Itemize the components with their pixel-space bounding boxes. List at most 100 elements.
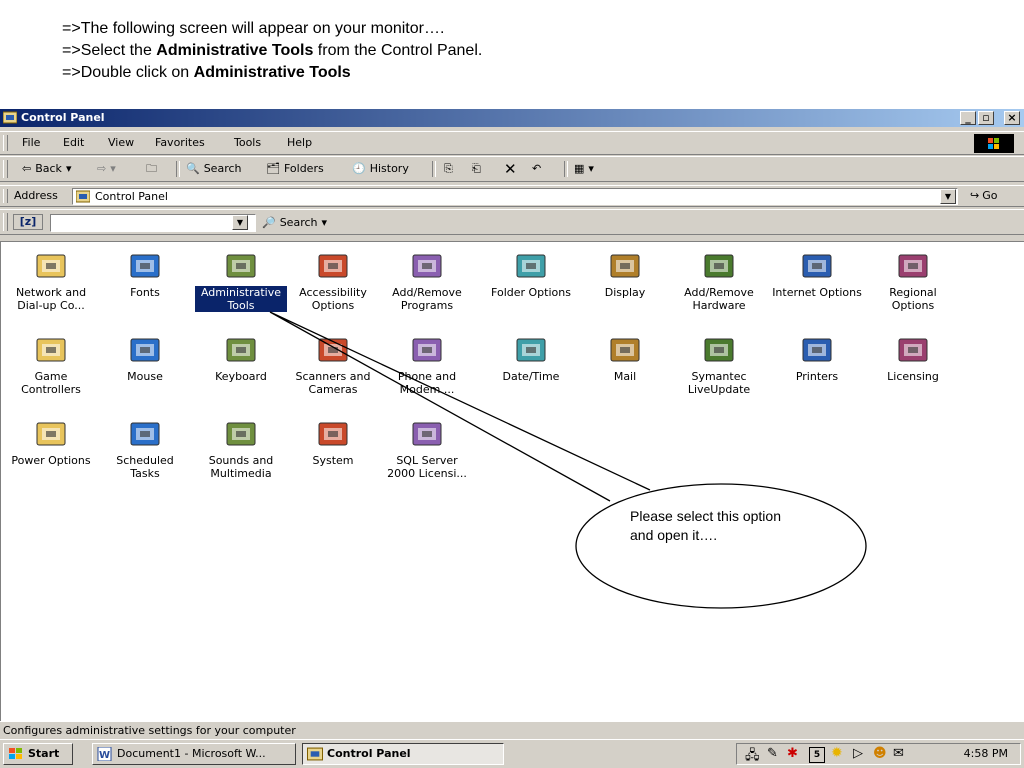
undo-button[interactable]: ↶ (532, 157, 541, 181)
undo-icon: ↶ (532, 162, 542, 175)
move-to-button[interactable]: ⎘ (444, 157, 453, 181)
messenger-tray-icon[interactable]: ☻ (873, 746, 887, 761)
views-icon: ▦ (574, 162, 585, 175)
taskbar-control-panel[interactable]: Control Panel (302, 743, 504, 765)
search-query-input[interactable] (50, 214, 256, 232)
window-title: Control Panel (21, 111, 105, 124)
control-panel-item[interactable]: Mail (579, 334, 671, 383)
address-input[interactable]: Control Panel (72, 188, 958, 205)
search-bar: [z] ▼ 🔎 Search ▾ (0, 209, 1024, 235)
sql-licensing-icon (412, 422, 442, 446)
control-panel-item[interactable]: Power Options (5, 418, 97, 467)
calendar-tray-icon[interactable]: 5 (809, 747, 825, 763)
menu-file[interactable]: File (22, 132, 40, 154)
control-panel-item[interactable]: Date/Time (485, 334, 577, 383)
forward-button[interactable]: ⇨ ▾ (97, 157, 116, 181)
phone-modem-icon (412, 338, 442, 362)
menu-help[interactable]: Help (287, 132, 312, 154)
keyboard-icon (226, 338, 256, 362)
control-panel-item[interactable]: Keyboard (195, 334, 287, 383)
control-panel-item[interactable]: Mouse (99, 334, 191, 383)
licensing-icon (898, 338, 928, 362)
control-panel-item[interactable]: Fonts (99, 250, 191, 299)
title-bar[interactable]: Control Panel _ ▫ × (0, 109, 1024, 127)
dropdown-arrow-icon: ▾ (65, 162, 72, 175)
system-icon (318, 422, 348, 446)
control-panel-item[interactable]: Licensing (867, 334, 959, 383)
windows-flag-icon (9, 748, 22, 759)
search-dropdown-button[interactable]: ▼ (232, 215, 248, 230)
control-panel-item[interactable]: Administrative Tools (195, 250, 287, 312)
network-tray-icon[interactable]: 🖧 (745, 746, 760, 768)
history-button[interactable]: 🕘 History (352, 157, 409, 181)
control-panel-window: Control Panel _ ▫ × File Edit View Favor… (0, 109, 1024, 768)
menu-bar: File Edit View Favorites Tools Help (0, 131, 1024, 155)
accessibility-icon (318, 254, 348, 278)
taskbar-word-document[interactable]: W Document1 - Microsoft W... (92, 743, 296, 765)
views-button[interactable]: ▦ ▾ (574, 157, 594, 181)
control-panel-item[interactable]: Folder Options (485, 250, 577, 299)
menu-tools[interactable]: Tools (234, 132, 261, 154)
control-panel-item[interactable]: System (287, 418, 379, 467)
search-button[interactable]: 🔍 Search (186, 157, 242, 181)
control-panel-item[interactable]: Display (579, 250, 671, 299)
control-panel-item[interactable]: Game Controllers (5, 334, 97, 396)
dropdown-arrow-icon: ▾ (110, 162, 116, 175)
instruction-line-3: =>Double click on Administrative Tools (62, 64, 351, 81)
folders-button[interactable]: 🗂 Folders (266, 157, 324, 181)
start-button[interactable]: Start (3, 743, 73, 765)
copy-to-button[interactable]: ⎗ (472, 157, 481, 181)
menu-favorites[interactable]: Favorites (155, 132, 205, 154)
clock: 4:58 PM (963, 747, 1008, 760)
menu-view[interactable]: View (108, 132, 134, 154)
minimize-button[interactable]: _ (960, 111, 976, 125)
word-document-icon: W (97, 747, 112, 761)
pen-tray-icon[interactable]: ✎ (767, 746, 778, 761)
up-folder-button[interactable]: 🗀 (146, 157, 157, 181)
delete-button[interactable]: ✕ (504, 157, 517, 181)
maximize-button[interactable]: ▫ (978, 111, 994, 125)
control-panel-item[interactable]: SQL Server 2000 Licensi... (381, 418, 473, 480)
fonts-icon (130, 254, 160, 278)
liveupdate-icon (704, 338, 734, 362)
admin-tools-icon (226, 254, 256, 278)
search-provider-icon[interactable]: [z] (13, 214, 43, 230)
control-panel-item[interactable]: Printers (771, 334, 863, 383)
dropdown-arrow-icon: ▾ (321, 216, 328, 229)
back-button[interactable]: ⇦ Back ▾ (22, 157, 71, 181)
taskbar: Start W Document1 - Microsoft W... Contr… (0, 739, 1024, 768)
control-panel-item[interactable]: Regional Options (867, 250, 959, 312)
search-icon: 🔍 (186, 162, 200, 175)
control-panel-item[interactable]: Add/Remove Programs (381, 250, 473, 312)
history-icon: 🕘 (352, 162, 366, 175)
add-remove-hardware-icon (704, 254, 734, 278)
instruction-line-1: =>The following screen will appear on yo… (62, 20, 445, 37)
control-panel-item[interactable]: Add/Remove Hardware (673, 250, 765, 312)
close-button[interactable]: × (1004, 111, 1020, 125)
control-panel-item[interactable]: Scanners and Cameras (287, 334, 379, 396)
control-panel-item[interactable]: Network and Dial-up Co... (5, 250, 97, 312)
mail-tray-icon[interactable]: ✉ (893, 746, 904, 761)
search-go-button[interactable]: 🔎 Search ▾ (262, 210, 327, 236)
printers-icon (802, 338, 832, 362)
control-panel-small-icon (307, 747, 323, 761)
date-time-icon (516, 338, 546, 362)
add-remove-programs-icon (412, 254, 442, 278)
control-panel-item[interactable]: Internet Options (771, 250, 863, 299)
sun-tray-icon[interactable]: ✹ (831, 745, 843, 761)
control-panel-item[interactable]: Sounds and Multimedia (195, 418, 287, 480)
menu-edit[interactable]: Edit (63, 132, 84, 154)
power-options-icon (36, 422, 66, 446)
control-panel-item[interactable]: Phone and Modem ... (381, 334, 473, 396)
game-controllers-icon (36, 338, 66, 362)
antivirus-tray-icon[interactable]: ✱ (787, 746, 798, 761)
control-panel-item[interactable]: Accessibility Options (287, 250, 379, 312)
address-dropdown-button[interactable]: ▼ (940, 189, 956, 204)
control-panel-icon (3, 111, 17, 124)
control-panel-item[interactable]: Symantec LiveUpdate (673, 334, 765, 396)
search-person-icon: 🔎 (262, 216, 276, 229)
svg-text:W: W (99, 750, 110, 761)
control-panel-item[interactable]: Scheduled Tasks (99, 418, 191, 480)
media-tray-icon[interactable]: ▷ (853, 746, 863, 761)
go-button[interactable]: ↪ Go (970, 186, 997, 206)
